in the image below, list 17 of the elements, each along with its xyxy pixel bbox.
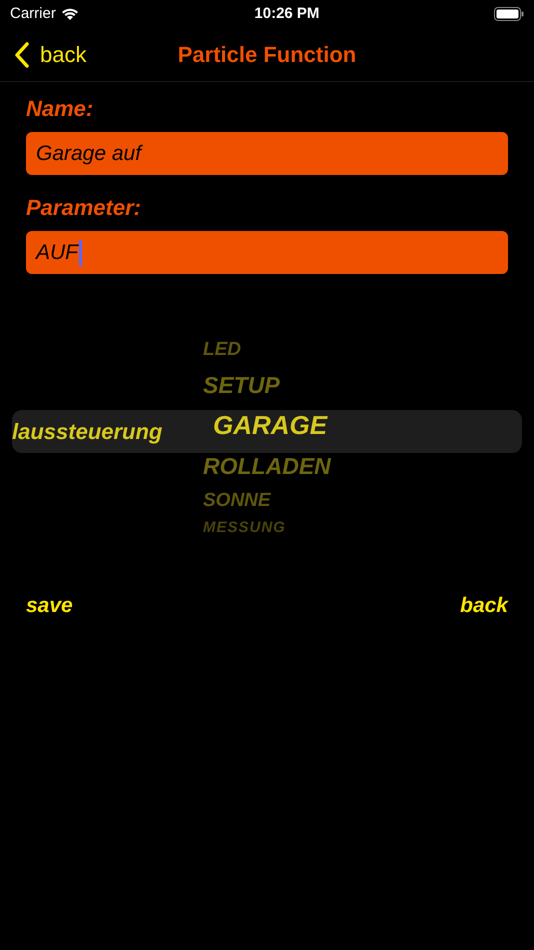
field-label: Name: bbox=[26, 94, 94, 122]
text-field[interactable]: Garage auf bbox=[26, 132, 508, 175]
back-button[interactable]: back bbox=[0, 38, 86, 71]
picker-item[interactable]: SETUP bbox=[203, 366, 331, 404]
picker-item[interactable]: laussteuerung bbox=[12, 415, 162, 448]
text-field[interactable]: AUF bbox=[26, 231, 508, 274]
picker-item[interactable]: ROLLADEN bbox=[203, 447, 331, 485]
back-button[interactable]: back bbox=[460, 590, 508, 622]
picker-item[interactable]: GARAGE bbox=[203, 404, 331, 447]
wifi-icon bbox=[60, 7, 80, 21]
save-button[interactable]: save bbox=[26, 590, 73, 622]
carrier-label: Carrier bbox=[10, 4, 56, 24]
chevron-left-icon bbox=[14, 42, 30, 68]
status-time: 10:26 PM bbox=[254, 4, 320, 24]
battery-icon bbox=[494, 7, 524, 21]
screen-title: Particle Function bbox=[178, 41, 356, 69]
field-label: Parameter: bbox=[26, 194, 142, 222]
